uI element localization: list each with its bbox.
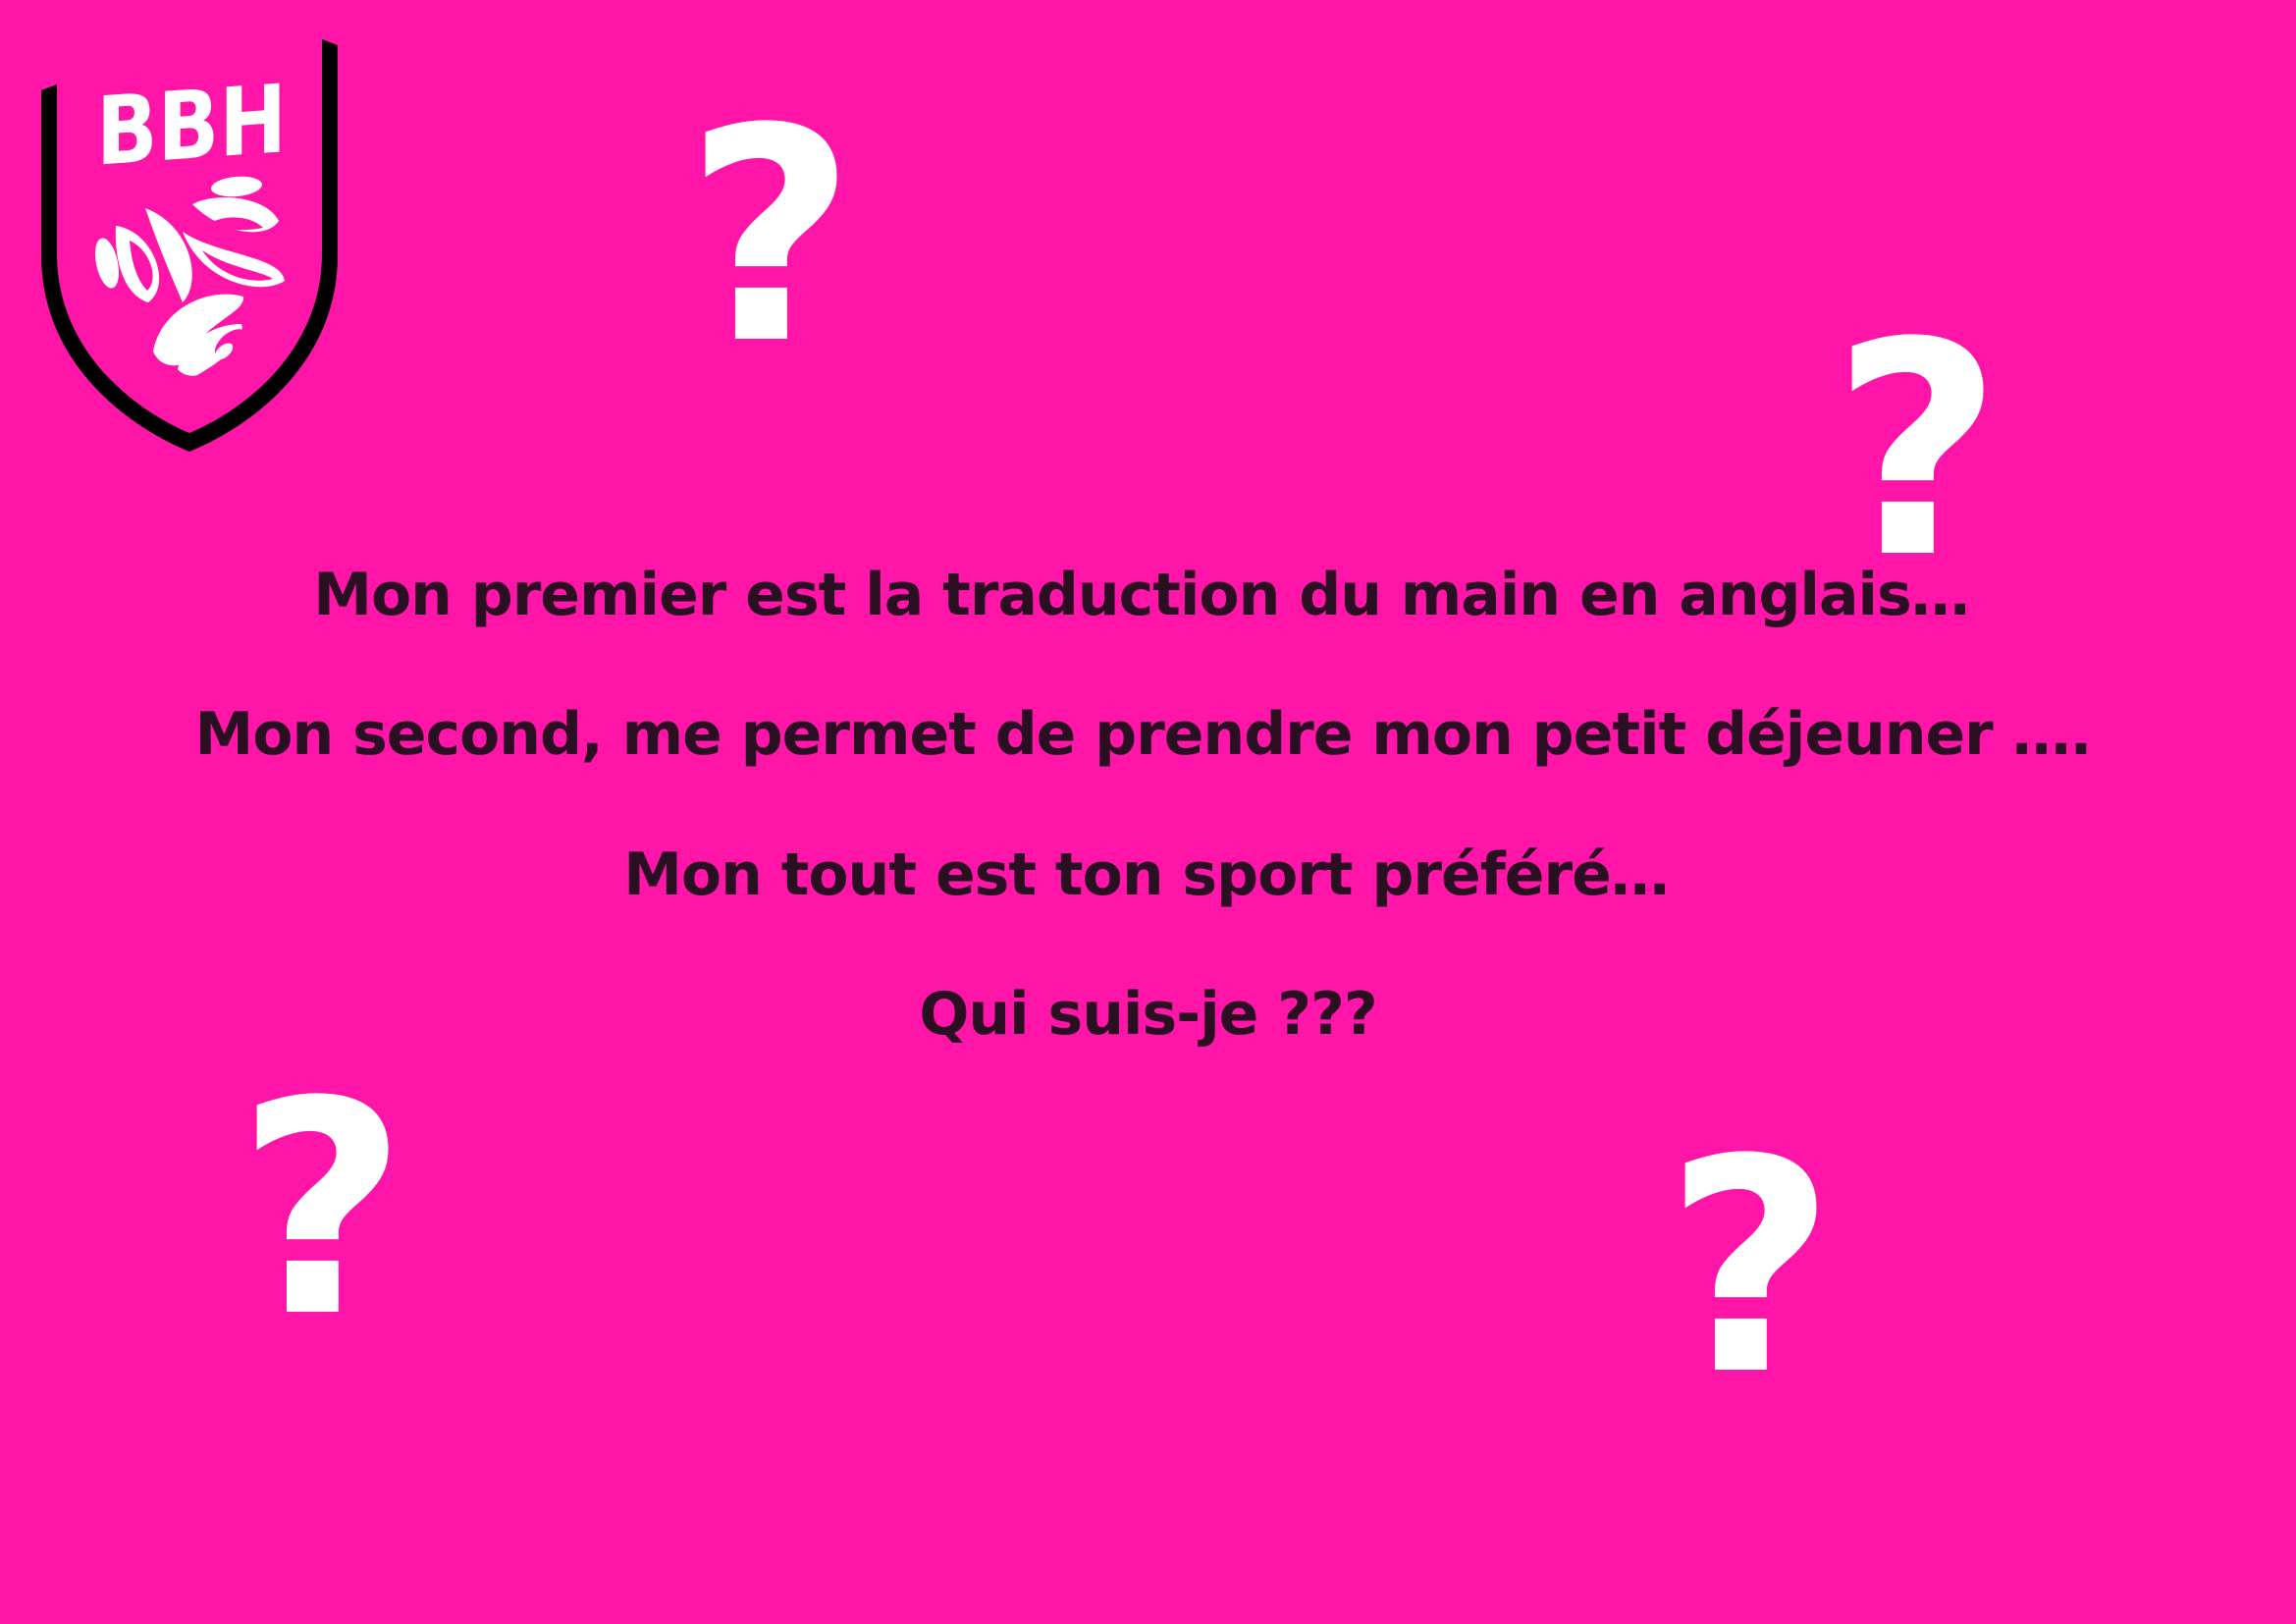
riddle-line-second: Mon second, me permet de prendre mon pet… [194,700,2093,769]
riddle-line-whole: Mon tout est ton sport préféré… [623,840,1670,909]
riddle-line-first: Mon premier est la traduction du main en… [313,561,1970,629]
question-mark-decoration: ? [236,1039,408,1381]
question-mark-decoration: ? [1664,1097,1837,1439]
logo-text: BBH [96,64,287,187]
bbh-logo: BBH [35,39,344,452]
question-mark-decoration: ? [1831,280,2003,623]
question-mark-decoration: ? [684,66,857,408]
riddle-question: Qui suis-je ??? [919,980,1377,1049]
poster: BBH ? ? ? ? Mon premier est la traductio… [0,0,2296,1624]
